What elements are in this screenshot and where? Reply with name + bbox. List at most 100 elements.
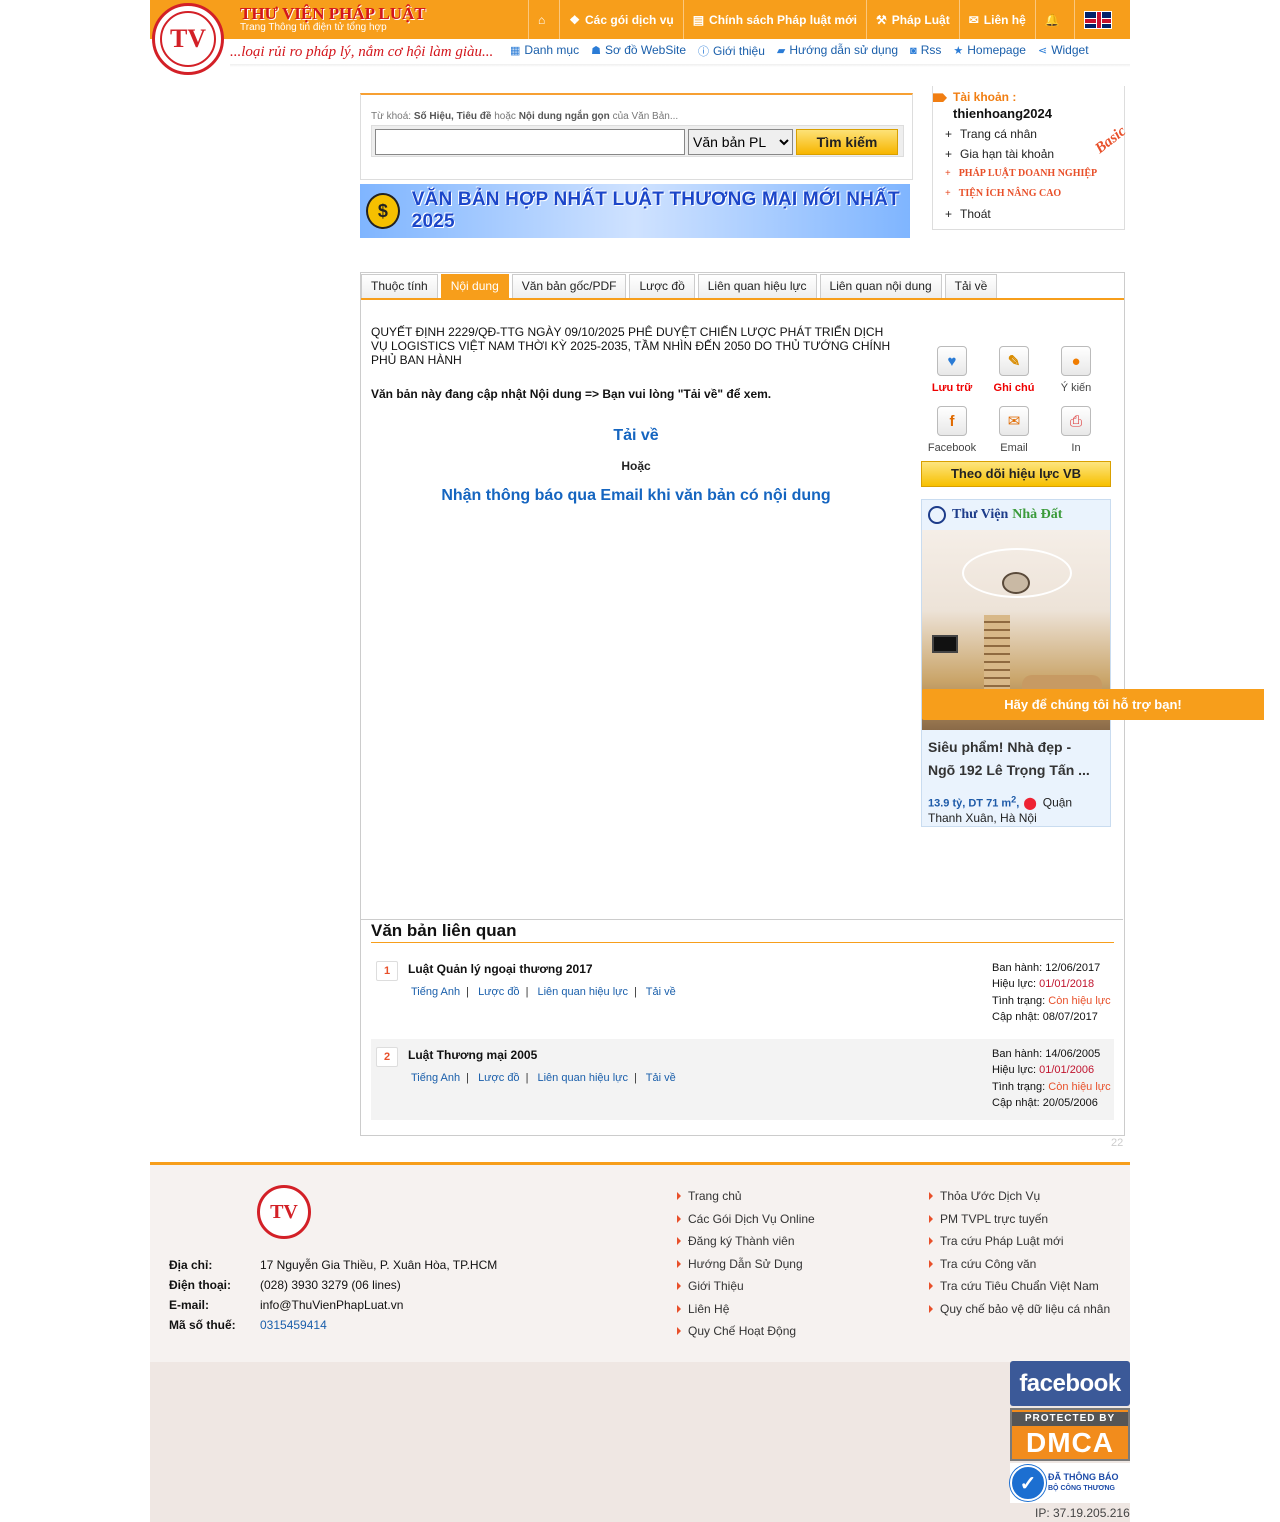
tab-download[interactable]: Tải về	[944, 274, 998, 298]
page-counter: 22	[1111, 1137, 1124, 1149]
account-item-renew[interactable]: Gia hạn tài khoản	[945, 144, 1097, 164]
account-item-logout[interactable]: Thoát	[945, 204, 1097, 224]
account-panel: Tài khoản : thienhoang2024 Trang cá nhân…	[932, 86, 1129, 230]
related-title[interactable]: Luật Quản lý ngoại thương 2017	[408, 962, 593, 976]
footer-logo[interactable]: TV	[257, 1185, 311, 1239]
footer-link[interactable]: Hướng Dẫn Sử Dụng	[677, 1253, 815, 1276]
related-links: Tiếng Anh | Lược đồ | Liên quan hiệu lực | …	[411, 1072, 676, 1084]
content-bottom-border	[361, 919, 1123, 920]
print-tool[interactable]: ⎙ In	[1045, 406, 1107, 454]
phone-label: Điện thoại:	[169, 1278, 231, 1292]
ministry-badge[interactable]: ✓ ĐÃ THÔNG BÁO BỘ CÔNG THƯƠNG	[1010, 1463, 1130, 1503]
ad-title[interactable]: Ngõ 192 Lê Trọng Tấn ...	[928, 759, 1106, 782]
follow-validity-button[interactable]: Theo dõi hiệu lực VB	[921, 461, 1111, 487]
subnav-label: Sơ đồ WebSite	[604, 43, 687, 57]
ad-brand: Thư Viện Nhà Đất	[922, 500, 1110, 530]
tab-content-related[interactable]: Liên quan nội dung	[819, 274, 942, 298]
ad-title[interactable]: Siêu phẩm! Nhà đẹp -	[928, 736, 1106, 759]
email-value[interactable]: info@ThuVienPhapLuat.vn	[260, 1295, 403, 1315]
footer-link[interactable]: Giới Thiệu	[677, 1275, 815, 1298]
download-link[interactable]: Tải về	[646, 1072, 676, 1084]
search-input[interactable]	[375, 129, 685, 155]
footer-link[interactable]: PM TVPL trực tuyến	[929, 1208, 1110, 1231]
subnav-about[interactable]: ⓘ Giới thiệu	[698, 43, 765, 59]
facebook-badge[interactable]: facebook	[1010, 1361, 1130, 1406]
subnav-catalog[interactable]: ▦ Danh mục	[510, 43, 579, 59]
map-pin-icon: ⬤	[1023, 795, 1037, 810]
subnav-label: Danh mục	[524, 43, 580, 57]
diagram-link[interactable]: Lược đồ	[478, 1072, 520, 1084]
logo-mark: TV	[160, 11, 216, 67]
top-nav: ⌂ ❖ Các gói dịch vụ ▤ Chính sách Pháp luật…	[528, 0, 1121, 39]
footer-link[interactable]: Trang chủ	[677, 1185, 815, 1208]
info-icon: ⓘ	[698, 46, 710, 58]
staircase	[984, 615, 1010, 695]
effect-related-link[interactable]: Liên quan hiệu lực	[537, 986, 628, 998]
account-item-advanced[interactable]: TIỆN ÍCH NÂNG CAO	[945, 184, 1097, 204]
download-link[interactable]: Tải về	[646, 986, 676, 998]
footer-link[interactable]: Quy Chế Hoạt Động	[677, 1320, 815, 1343]
note-tool[interactable]: ✎ Ghi chú	[983, 346, 1045, 394]
nav-new-policy[interactable]: ▤ Chính sách Pháp luật mới	[682, 0, 866, 39]
support-chat-button[interactable]: Hãy để chúng tôi hỗ trợ bạn!	[922, 689, 1264, 720]
english-link[interactable]: Tiếng Anh	[411, 1072, 460, 1084]
house-logo-icon	[928, 506, 946, 524]
subnav-sitemap[interactable]: ☗ Sơ đồ WebSite	[591, 43, 686, 59]
tax-value[interactable]: 0315459414	[260, 1315, 327, 1335]
facebook-icon: f	[937, 406, 967, 436]
doc-type-select[interactable]: Văn bản PL	[688, 129, 793, 155]
list-icon: ▦	[510, 45, 521, 57]
tab-content[interactable]: Nội dung	[440, 274, 509, 298]
facebook-share-tool[interactable]: f Facebook	[921, 406, 983, 454]
search-button[interactable]: Tìm kiếm	[796, 129, 898, 155]
document-note: Văn bản này đang cập nhật Nội dung => Bạ…	[371, 387, 772, 401]
account-title: Tài khoản :	[933, 90, 1016, 104]
search-hint: Từ khoá: Số Hiệu, Tiêu đề hoặc Nội dung …	[371, 111, 679, 122]
nav-service-packages[interactable]: ❖ Các gói dịch vụ	[559, 0, 682, 39]
promo-banner[interactable]: $ VĂN BẢN HỢP NHẤT LUẬT THƯƠNG MẠI MỚI N…	[360, 184, 910, 238]
nav-contact[interactable]: ✉ Liên hệ	[958, 0, 1035, 39]
subnav-widget[interactable]: ⋖ Widget	[1038, 43, 1089, 59]
footer-link[interactable]: Tra cứu Tiêu Chuẩn Việt Nam	[929, 1275, 1110, 1298]
email-notify-link[interactable]: Nhận thông báo qua Email khi văn bản có …	[361, 487, 911, 505]
subnav-rss[interactable]: ◙ Rss	[910, 43, 941, 59]
related-title[interactable]: Luật Thương mại 2005	[408, 1048, 537, 1062]
tab-attributes[interactable]: Thuộc tính	[361, 274, 438, 298]
nav-notifications[interactable]: 🔔	[1034, 0, 1074, 39]
comment-tool[interactable]: ● Ý kiến	[1045, 346, 1107, 394]
effect-related-link[interactable]: Liên quan hiệu lực	[537, 1072, 628, 1084]
footer-link[interactable]: Quy chế bảo vệ dữ liệu cá nhân	[929, 1298, 1110, 1321]
subnav-label: Hướng dẫn sử dụng	[789, 43, 899, 57]
sitemap-icon: ☗	[591, 45, 601, 57]
footer-link[interactable]: Thỏa Ước Dịch Vụ	[929, 1185, 1110, 1208]
nav-home[interactable]: ⌂	[528, 0, 559, 39]
footer-link[interactable]: Tra cứu Công văn	[929, 1253, 1110, 1276]
subnav-homepage[interactable]: ★ Homepage	[953, 43, 1026, 59]
subnav-guide[interactable]: ▰ Hướng dẫn sử dụng	[777, 43, 898, 59]
subnav-label: Homepage	[967, 43, 1026, 57]
site-logo[interactable]: TV	[152, 3, 224, 75]
account-item-business-law[interactable]: PHÁP LUẬT DOANH NGHIỆP	[945, 164, 1097, 184]
dmca-badge[interactable]: PROTECTED BY DMCA	[1010, 1408, 1130, 1461]
email-share-tool[interactable]: ✉ Email	[983, 406, 1045, 454]
footer-links-1: Trang chủ Các Gói Dịch Vụ Online Đăng ký…	[677, 1185, 815, 1343]
account-item-profile[interactable]: Trang cá nhân	[945, 124, 1097, 144]
tab-original-pdf[interactable]: Văn bản gốc/PDF	[511, 274, 627, 298]
download-link[interactable]: Tải về	[361, 427, 911, 445]
site-title[interactable]: THƯ VIỆN PHÁP LUẬT	[240, 4, 426, 24]
note-icon: ✎	[999, 346, 1029, 376]
tab-effect-related[interactable]: Liên quan hiệu lực	[697, 274, 817, 298]
site-subtitle: Trang Thông tin điện tử tổng hợp	[240, 22, 387, 33]
footer-link[interactable]: Các Gói Dịch Vụ Online	[677, 1208, 815, 1231]
save-tool[interactable]: ♥ Lưu trữ	[921, 346, 983, 394]
real-estate-ad[interactable]: Thư Viện Nhà Đất Siêu phẩm! Nhà đẹp - Ngõ…	[921, 499, 1111, 827]
footer-link[interactable]: Liên Hệ	[677, 1298, 815, 1321]
english-link[interactable]: Tiếng Anh	[411, 986, 460, 998]
nav-law[interactable]: ⚒ Pháp Luật	[865, 0, 959, 39]
footer-link[interactable]: Tra cứu Pháp Luật mới	[929, 1230, 1110, 1253]
diagram-link[interactable]: Lược đồ	[478, 986, 520, 998]
footer-link[interactable]: Đăng ký Thành viên	[677, 1230, 815, 1253]
account-menu: Trang cá nhân Gia hạn tài khoản PHÁP LUẬ…	[945, 124, 1097, 224]
tab-diagram[interactable]: Lược đồ	[629, 274, 695, 298]
nav-language[interactable]	[1073, 0, 1121, 39]
